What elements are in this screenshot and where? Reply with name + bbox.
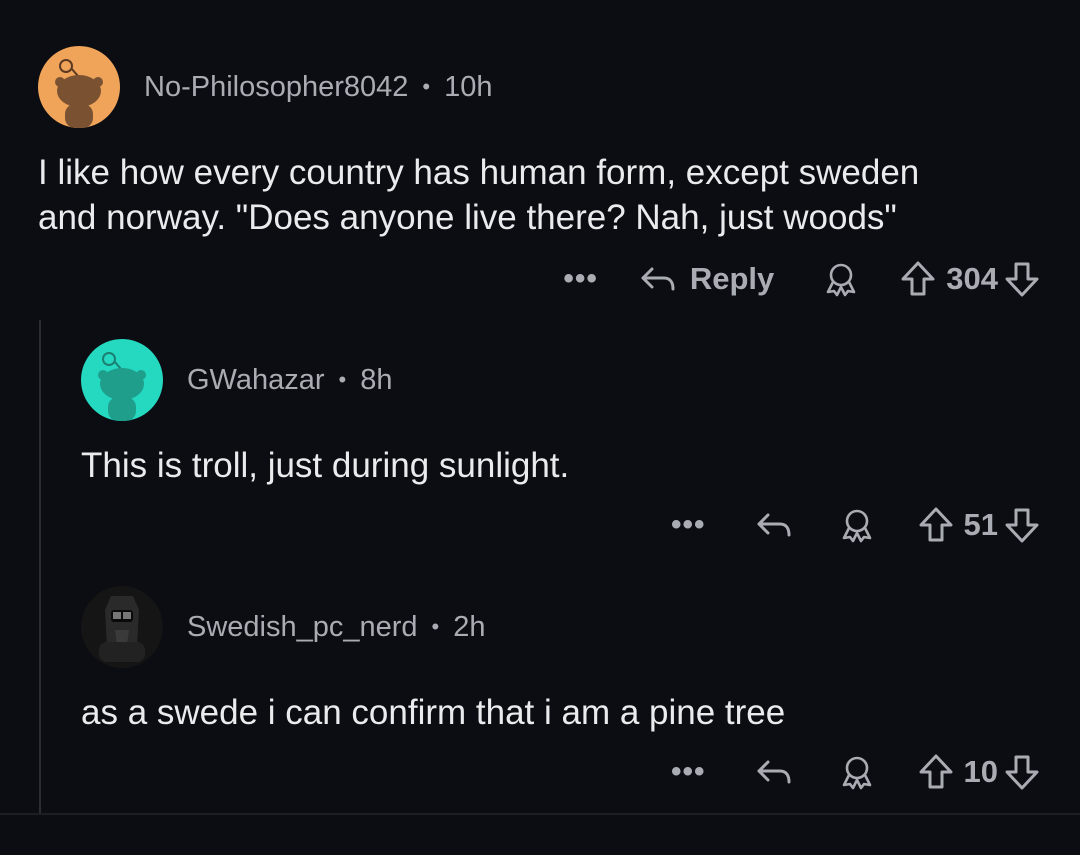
more-options-button[interactable]: ••• [671,757,706,787]
upvote-button[interactable] [918,753,954,791]
reply-label[interactable]: Reply [690,261,774,297]
comment-actions: ••• 10 [671,752,1040,792]
award-icon [842,756,871,790]
separator-dot: • [338,367,347,392]
comment-body: I like how every country has human form,… [38,153,920,237]
separator-dot: • [422,74,431,99]
downvote-button[interactable] [1004,260,1040,298]
reply-button[interactable] [754,505,794,545]
award-icon [842,509,871,543]
separator-dot: • [431,614,440,639]
comment: No-Philosopher8042 • 10h I like how ever… [38,46,1038,240]
thread-line[interactable] [39,320,41,815]
username[interactable]: GWahazar [187,364,325,397]
award-button[interactable] [838,753,876,791]
comment-header: No-Philosopher8042 • 10h [38,46,1038,128]
downvote-icon [1005,262,1039,297]
downvote-button[interactable] [1004,506,1040,544]
timestamp: 8h [360,363,393,396]
avatar[interactable] [38,46,120,128]
downvote-button[interactable] [1004,753,1040,791]
comment-header: GWahazar • 8h [81,339,1041,421]
username[interactable]: Swedish_pc_nerd [187,611,418,644]
comment-actions: ••• 51 [671,505,1040,545]
award-button[interactable] [838,506,876,544]
snoo-avatar-icon [98,352,146,421]
award-button[interactable] [822,260,860,298]
divider [0,813,1080,815]
more-options-button[interactable]: ••• [563,264,598,294]
helmet-avatar-icon [81,586,163,668]
award-icon [826,263,856,297]
vote-score: 51 [963,507,998,542]
downvote-icon [1005,755,1039,790]
comment-header: Swedish_pc_nerd • 2h [81,586,1041,668]
comment-actions: ••• Reply 304 [563,259,1040,299]
comment-body: as a swede i can confirm that i am a pin… [81,693,786,732]
upvote-icon [901,261,935,296]
reply-button[interactable] [754,752,794,792]
timestamp: 2h [453,610,486,643]
reply-comment: GWahazar • 8h This is troll, just during… [81,339,1041,488]
reply-button[interactable]: Reply [638,259,774,299]
snoo-avatar-icon [55,59,103,128]
vote-score: 10 [963,754,998,789]
vote-score: 304 [946,261,998,296]
downvote-icon [1005,508,1039,543]
upvote-icon [919,754,953,789]
reply-icon [757,513,791,537]
timestamp: 10h [444,70,493,103]
reply-icon [641,267,675,291]
reply-icon [757,760,791,784]
avatar[interactable] [81,339,163,421]
comment-body: This is troll, just during sunlight. [81,446,570,485]
upvote-icon [919,507,953,542]
reply-comment: Swedish_pc_nerd • 2h as a swede i can co… [81,586,1041,735]
more-options-button[interactable]: ••• [671,510,706,540]
username[interactable]: No-Philosopher8042 [144,71,408,104]
upvote-button[interactable] [918,506,954,544]
upvote-button[interactable] [900,260,936,298]
avatar[interactable] [81,586,163,668]
